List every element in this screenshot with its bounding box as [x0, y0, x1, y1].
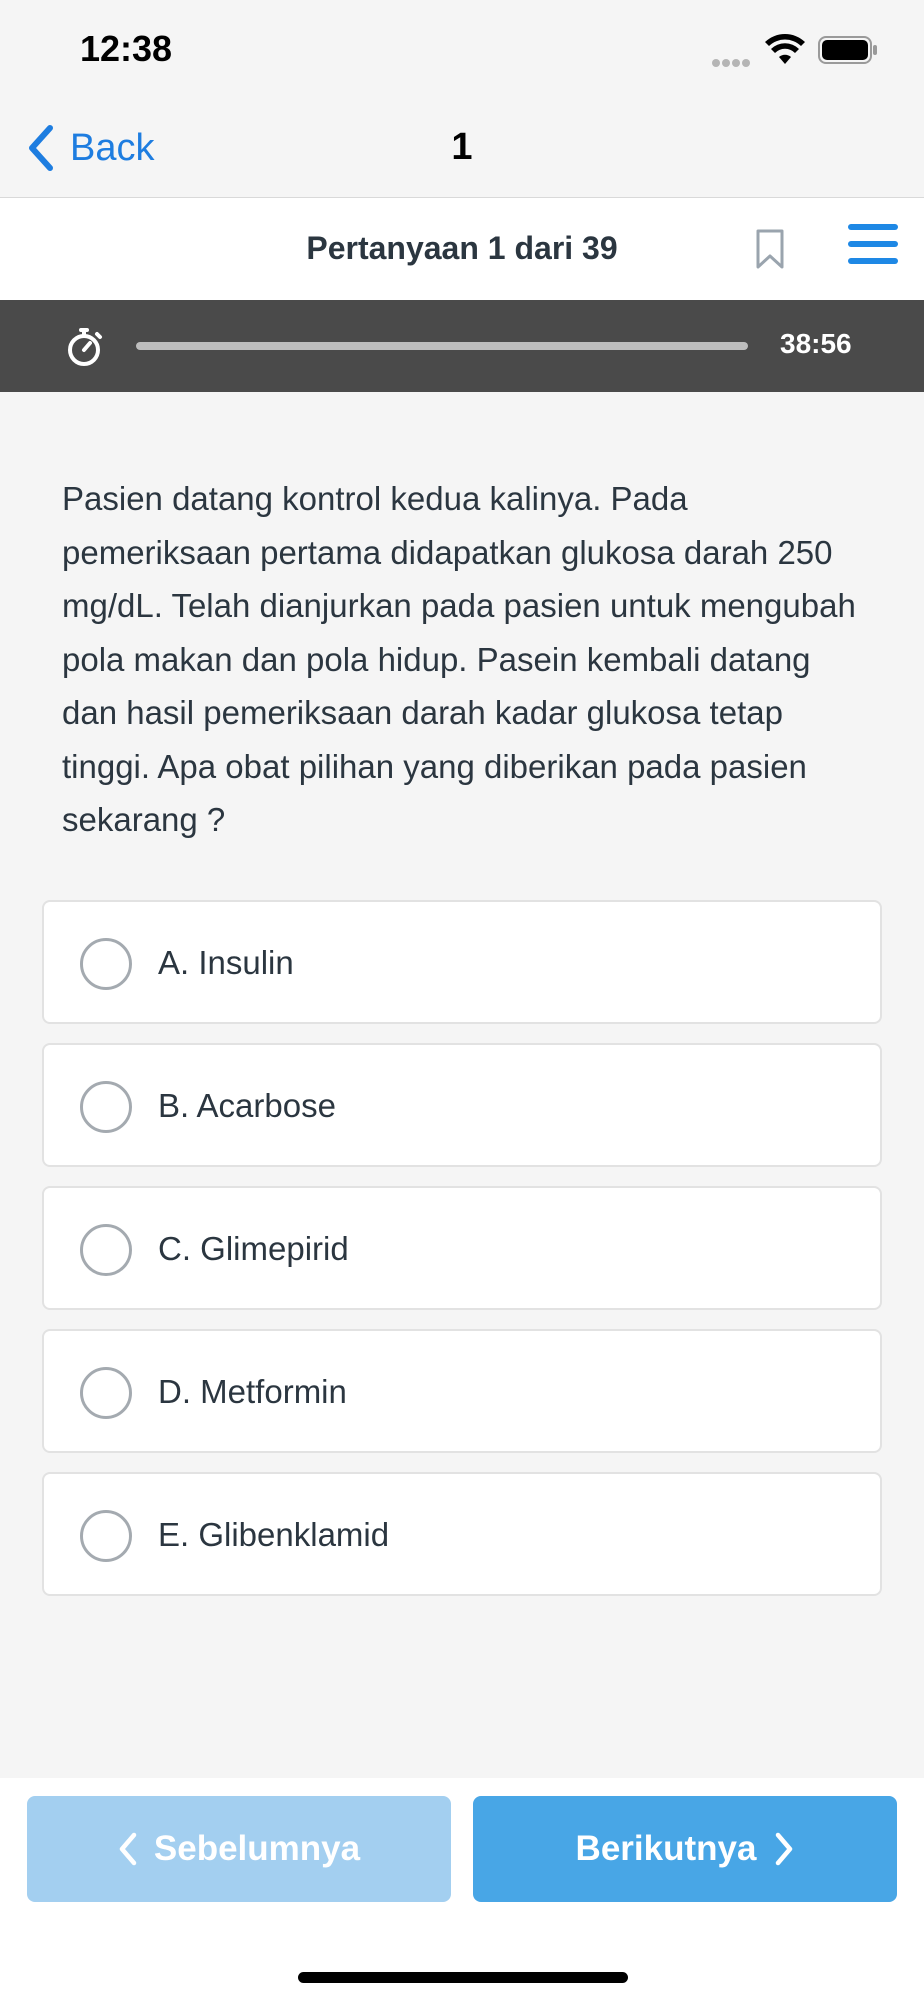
next-button-label: Berikutnya — [575, 1829, 757, 1868]
stopwatch-icon — [68, 328, 102, 366]
signal-dots-icon — [712, 54, 754, 67]
battery-icon — [818, 36, 877, 64]
back-button[interactable]: Back — [26, 122, 154, 174]
next-button[interactable]: Berikutnya — [473, 1796, 897, 1902]
option-label: C. Glimepirid — [158, 1230, 349, 1267]
radio-button-d[interactable] — [80, 1367, 132, 1419]
navigation-bar: 1 Back — [0, 100, 924, 198]
question-header: Pertanyaan 1 dari 39 — [0, 198, 924, 300]
chevron-left-icon — [119, 1832, 137, 1866]
answer-options: A. Insulin B. Acarbose C. Glimepirid D. … — [42, 900, 882, 1615]
back-label: Back — [70, 126, 155, 169]
timer-text: 38:56 — [780, 328, 852, 359]
chevron-right-icon — [776, 1832, 793, 1866]
chevron-left-icon — [29, 125, 53, 171]
question-text: Pasien datang kontrol kedua kalinya. Pad… — [62, 480, 856, 838]
option-label: D. Metformin — [158, 1373, 347, 1410]
option-label: A. Insulin — [158, 944, 294, 981]
bookmark-icon[interactable] — [754, 228, 786, 270]
radio-button-a[interactable] — [80, 938, 132, 990]
home-indicator — [298, 1972, 628, 1983]
option-label: E. Glibenklamid — [158, 1516, 390, 1553]
status-time: 12:38 — [80, 28, 173, 69]
bottom-navigation-bar: Sebelumnya Berikutnya — [0, 1778, 924, 2000]
option-d[interactable]: D. Metformin — [42, 1329, 882, 1453]
option-c[interactable]: C. Glimepirid — [42, 1186, 882, 1310]
radio-button-e[interactable] — [80, 1510, 132, 1562]
option-label: B. Acarbose — [158, 1087, 336, 1124]
previous-button-label: Sebelumnya — [153, 1829, 361, 1868]
wifi-icon — [765, 34, 805, 64]
option-a[interactable]: A. Insulin — [42, 900, 882, 1024]
previous-button[interactable]: Sebelumnya — [27, 1796, 451, 1902]
timer-progress-track — [136, 342, 748, 350]
hamburger-menu-icon[interactable] — [848, 224, 898, 266]
radio-button-c[interactable] — [80, 1224, 132, 1276]
status-bar: 12:38 — [0, 0, 924, 100]
option-e[interactable]: E. Glibenklamid — [42, 1472, 882, 1596]
radio-button-b[interactable] — [80, 1081, 132, 1133]
option-b[interactable]: B. Acarbose — [42, 1043, 882, 1167]
timer-bar: 38:56 — [0, 300, 924, 392]
timer-progress-fill — [136, 342, 748, 350]
